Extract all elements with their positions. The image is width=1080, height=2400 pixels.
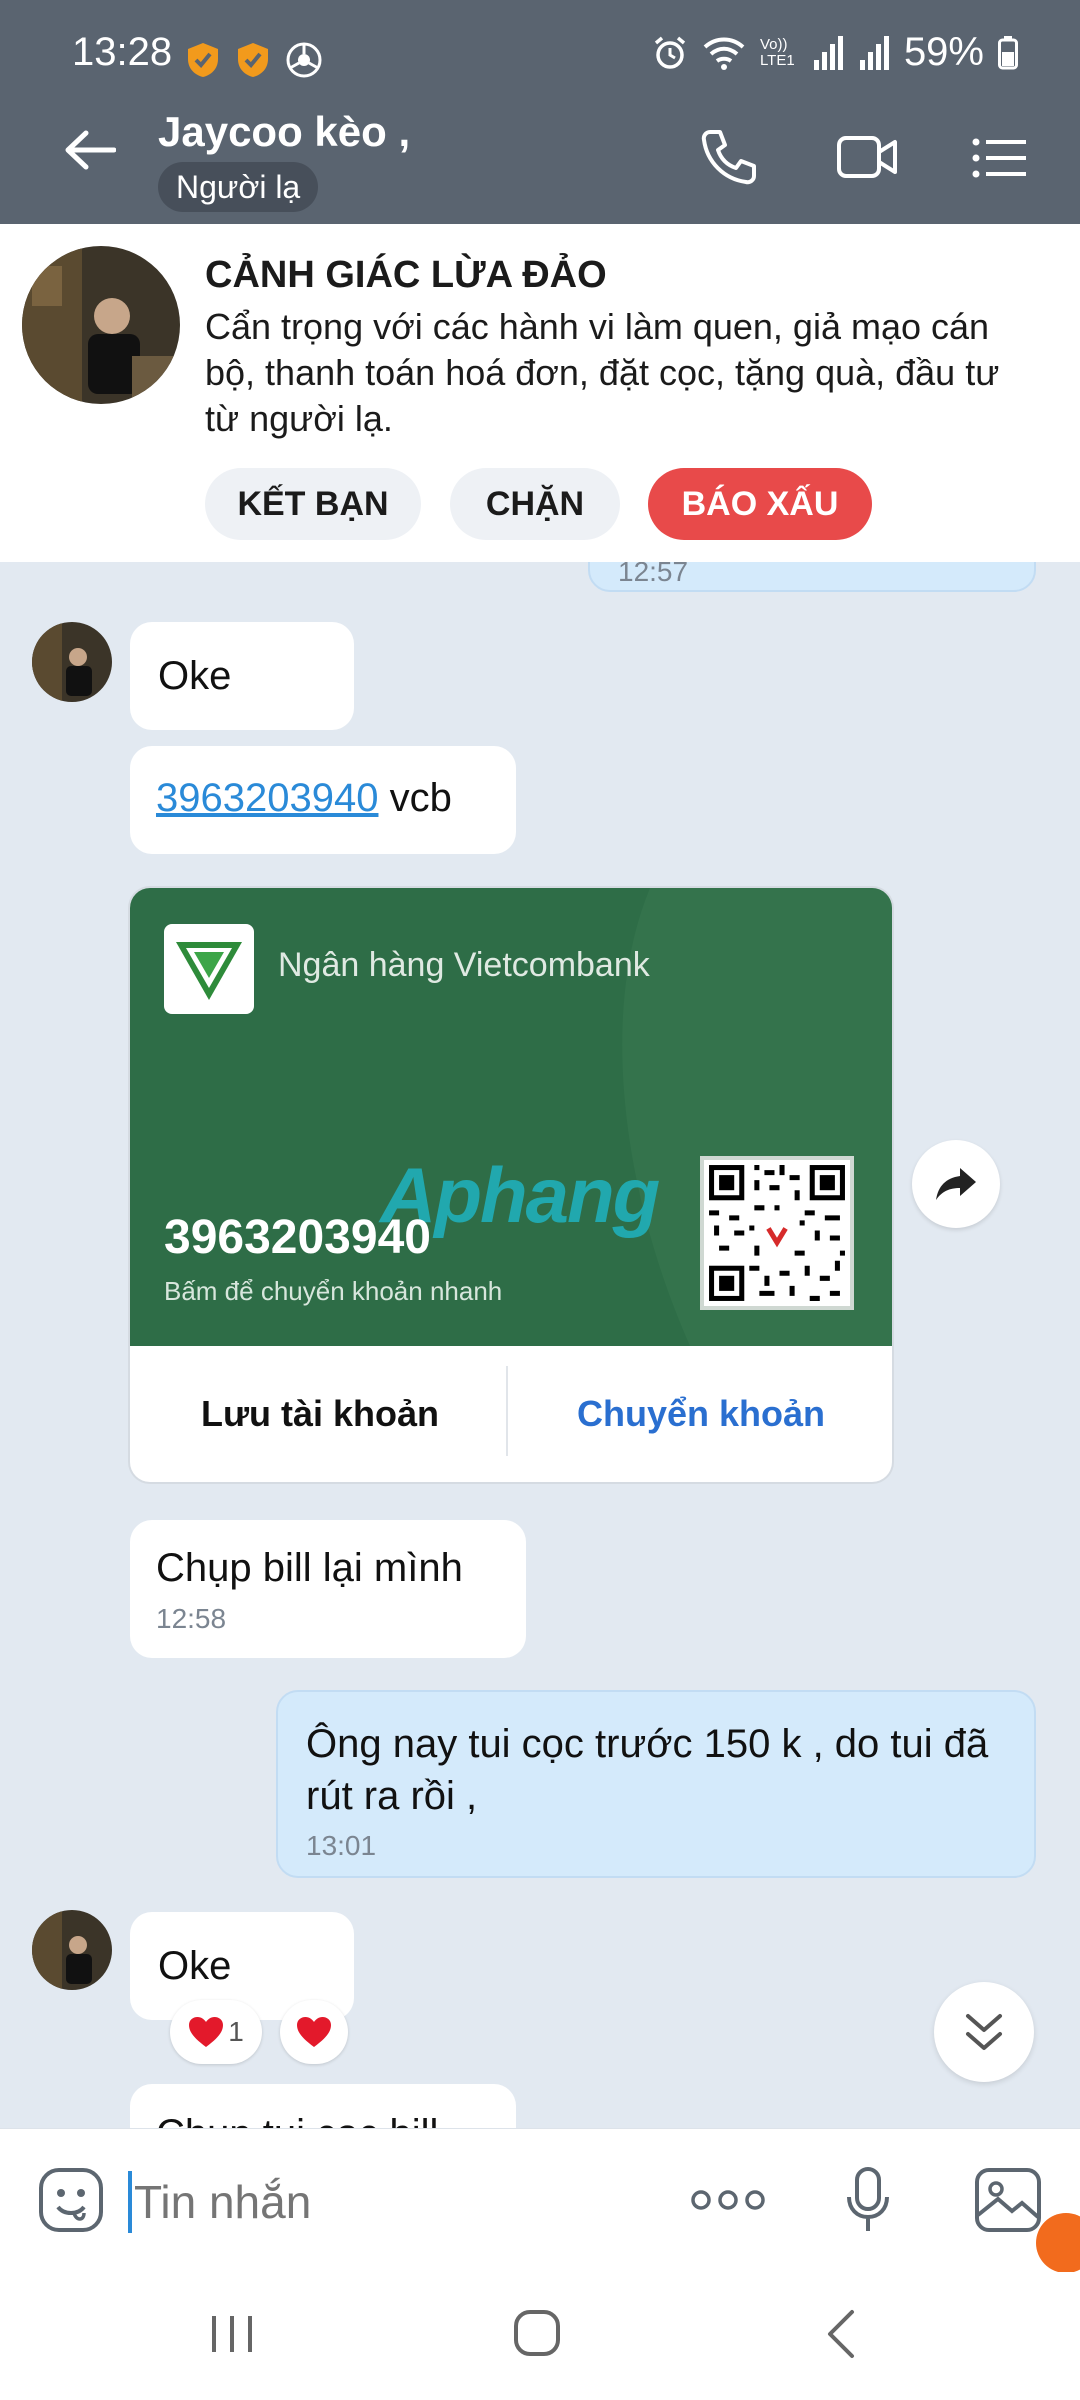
message-text: Ông nay tui cọc trước 150 k , do tui đã … (306, 1722, 989, 1818)
status-notification-icons (186, 42, 322, 78)
phone-call-icon[interactable] (700, 128, 758, 186)
image-gallery-icon[interactable] (974, 2167, 1042, 2233)
save-account-button[interactable]: Lưu tài khoản (130, 1346, 510, 1482)
bank-card-header[interactable]: Ngân hàng Vietcombank Aphang 3963203940 … (130, 888, 892, 1346)
message-bubble-outgoing[interactable]: Ông nay tui cọc trước 150 k , do tui đã … (276, 1690, 1036, 1878)
warning-title: CẢNH GIÁC LỪA ĐẢO (205, 254, 607, 296)
scroll-to-bottom-button[interactable] (934, 1982, 1034, 2082)
status-right: Vo)) LTE1 59% (652, 30, 1018, 75)
battery-icon (998, 35, 1018, 69)
contact-name[interactable]: Jaycoo kèo , (158, 108, 410, 156)
message-time: 12:57 (618, 562, 689, 587)
divider (506, 1366, 508, 1456)
message-input-bar (0, 2128, 1080, 2273)
vietcombank-logo (164, 924, 254, 1014)
scam-warning-card: CẢNH GIÁC LỪA ĐẢO Cẩn trọng với các hành… (0, 224, 1080, 562)
message-bubble[interactable]: 3963203940 vcb (130, 746, 516, 854)
heart-icon (189, 2017, 224, 2047)
message-bubble[interactable]: Oke (130, 622, 354, 730)
message-bubble-partial-clip: Chụp tui cọc bill (130, 2084, 516, 2128)
sticker-emoji-icon[interactable] (38, 2167, 104, 2233)
back-arrow-icon[interactable] (64, 130, 116, 170)
back-icon[interactable] (822, 2308, 858, 2360)
battery-percent: 59% (903, 30, 984, 74)
reaction-count: 1 (228, 2016, 244, 2047)
wifi-icon (703, 37, 745, 70)
share-button[interactable] (912, 1140, 1000, 1228)
stranger-tag: Người lạ (158, 162, 319, 212)
message-time: 13:01 (306, 1830, 377, 1861)
recent-apps-icon[interactable] (208, 2312, 256, 2356)
floating-assistant-badge[interactable] (1036, 2213, 1080, 2273)
sender-avatar[interactable] (32, 622, 112, 702)
contact-avatar[interactable] (22, 246, 180, 404)
chat-header: Jaycoo kèo , Người lạ (0, 88, 1080, 224)
reaction-summary[interactable]: 1 (170, 2000, 262, 2064)
chrome-icon (286, 42, 322, 78)
message-text: Oke (158, 1944, 232, 1988)
qr-code[interactable] (700, 1156, 854, 1310)
add-friend-button[interactable]: KẾT BẠN (205, 468, 421, 540)
sender-avatar[interactable] (32, 1910, 112, 1990)
video-call-icon[interactable] (836, 132, 898, 182)
signal-icon (813, 35, 843, 70)
message-text: vcb (378, 776, 452, 820)
more-options-icon[interactable] (690, 2187, 766, 2213)
message-input[interactable] (132, 2159, 656, 2245)
menu-list-icon[interactable] (972, 136, 1028, 180)
microphone-icon[interactable] (846, 2167, 890, 2233)
double-chevron-down-icon (966, 2014, 1002, 2050)
shield-icon (188, 43, 218, 77)
message-text: Oke (158, 654, 232, 698)
status-bar: 13:28 Vo)) LTE1 59% (0, 0, 1080, 88)
shield-icon (238, 43, 268, 77)
message-bubble[interactable]: Chụp bill lại mình 12:58 (130, 1520, 526, 1658)
block-button[interactable]: CHẶN (450, 468, 620, 540)
report-button[interactable]: BÁO XẤU (648, 468, 872, 540)
warning-text: Cẩn trọng với các hành vi làm quen, giả … (205, 306, 1000, 439)
card-account-number: 3963203940 (164, 1211, 431, 1264)
transfer-button[interactable]: Chuyển khoản (510, 1346, 892, 1482)
home-icon[interactable] (512, 2308, 562, 2358)
heart-icon (297, 2017, 331, 2047)
message-bubble[interactable]: Chụp tui cọc bill (130, 2084, 516, 2128)
transfer-hint: Bấm để chuyển khoản nhanh (164, 1276, 503, 1306)
alarm-icon (654, 36, 686, 69)
bank-transfer-card[interactable]: Ngân hàng Vietcombank Aphang 3963203940 … (130, 888, 892, 1482)
network-label: Vo)) LTE1 (759, 35, 795, 69)
bank-name: Ngân hàng Vietcombank (278, 946, 650, 984)
account-number-link[interactable]: 3963203940 (156, 776, 378, 820)
react-button[interactable] (280, 2000, 348, 2064)
forward-arrow-icon (936, 1168, 976, 1200)
message-text: Chụp bill lại mình (156, 1546, 463, 1590)
message-text: Chụp tui cọc bill (156, 2112, 438, 2128)
message-time: 12:58 (156, 1603, 227, 1634)
signal-icon (859, 35, 889, 70)
message-bubble-outgoing[interactable]: 12:57 (588, 562, 1036, 592)
status-time: 13:28 (72, 30, 173, 74)
system-nav-bar (0, 2272, 1080, 2400)
